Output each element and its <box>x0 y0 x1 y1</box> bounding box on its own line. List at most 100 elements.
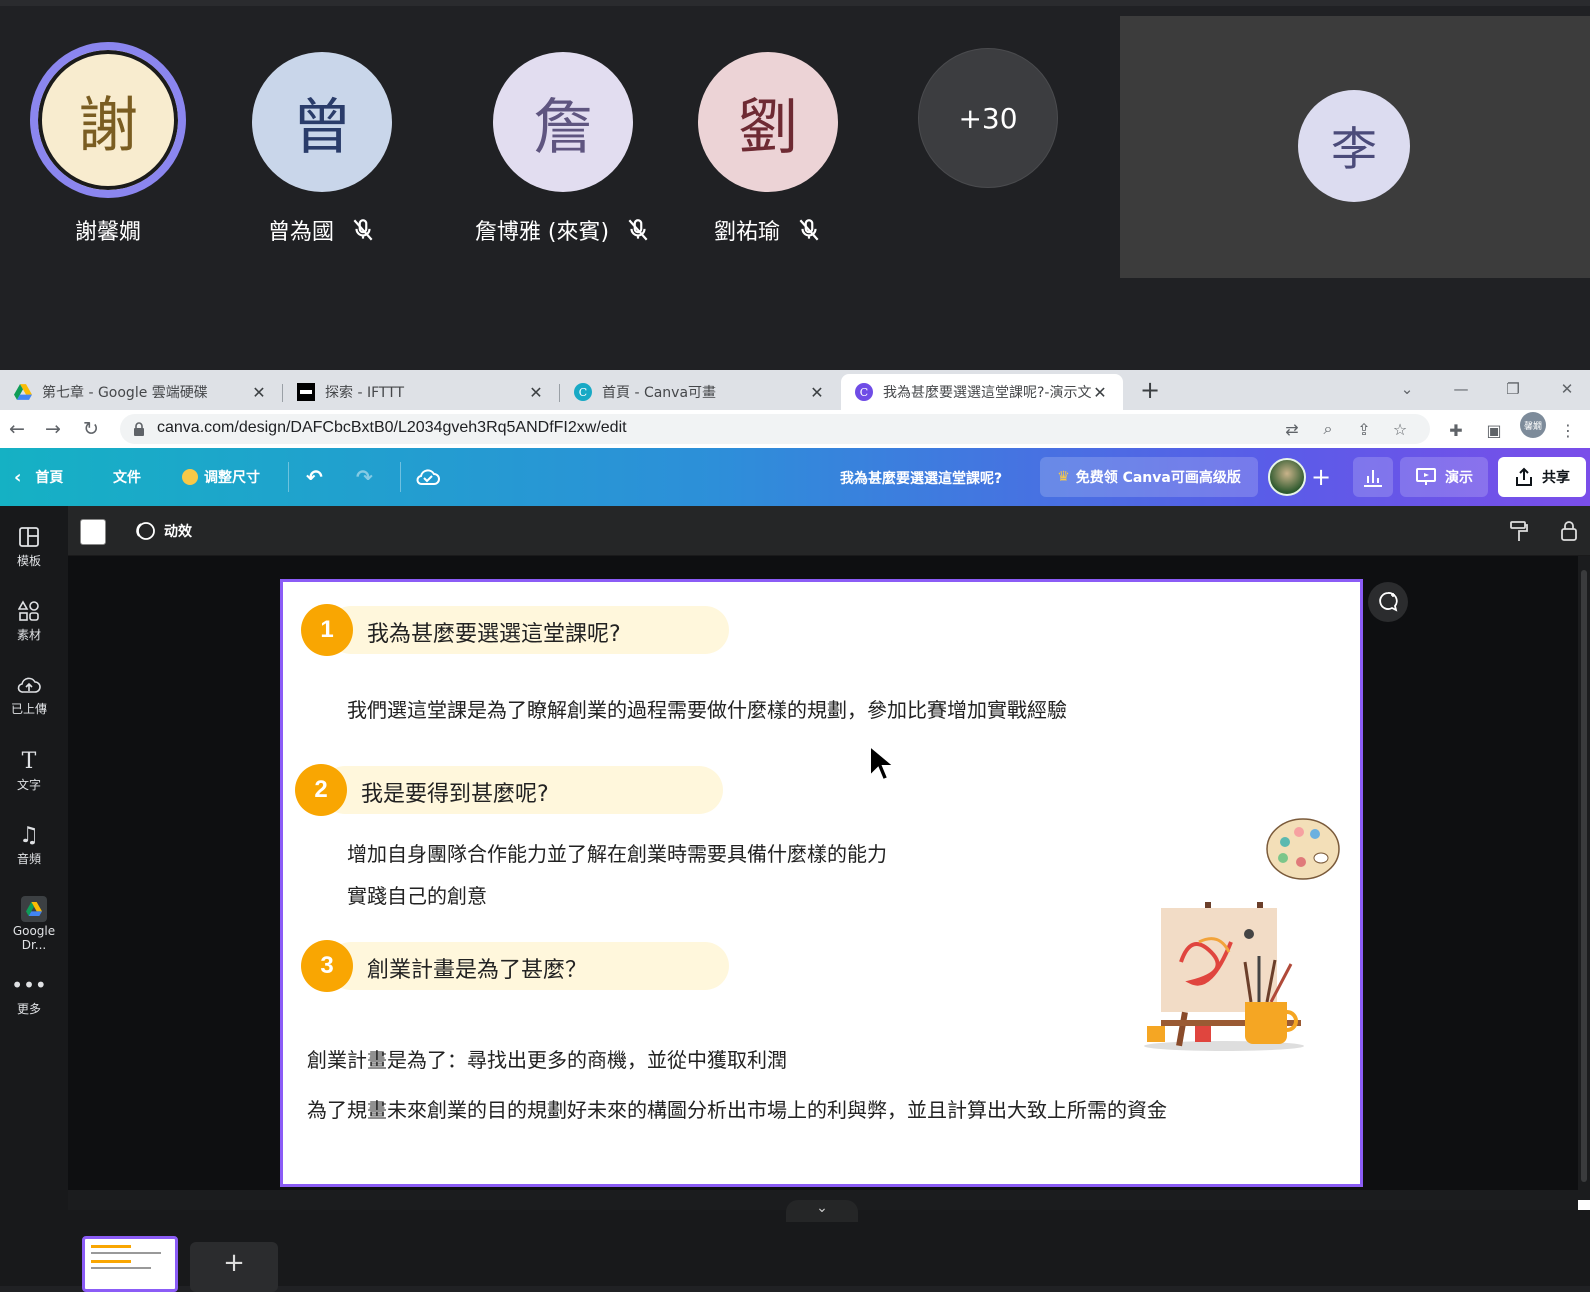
paragraph-1[interactable]: 我們選這堂課是為了瞭解創業的過程需要做什麼樣的規劃，參加比賽增加實戰經驗 <box>347 694 1067 723</box>
back-icon[interactable]: ← <box>4 416 30 442</box>
address-bar[interactable]: canva.com/design/DAFCbcBxtB0/L2034gveh3R… <box>120 414 1430 444</box>
more-icon: ••• <box>11 973 47 997</box>
home-button[interactable]: ‹ 首頁 <box>14 463 63 491</box>
user-avatar[interactable] <box>1268 458 1306 496</box>
chevron-left-icon: ‹ <box>14 466 22 488</box>
undo-icon[interactable]: ↶ <box>306 463 323 491</box>
vertical-scrollbar[interactable] <box>1578 556 1590 1200</box>
crown-icon: ♛ <box>1057 469 1070 485</box>
sidebar-item-uploads[interactable]: 已上傳 <box>0 672 58 717</box>
close-icon[interactable]: ✕ <box>808 383 826 402</box>
ifttt-icon <box>297 383 315 401</box>
close-icon[interactable]: ✕ <box>250 383 268 402</box>
insights-button[interactable] <box>1353 457 1393 497</box>
heading-3[interactable]: 3 創業計畫是為了甚麼？ <box>301 940 731 992</box>
heading-number-badge: 2 <box>295 764 347 816</box>
heading-number-badge: 3 <box>301 940 353 992</box>
animate-button[interactable]: 动效 <box>134 520 192 542</box>
participant-tile[interactable]: 劉 劉祐瑜 <box>668 42 868 246</box>
canva-header: ‹ 首頁 文件 调整尺寸 ↶ ↷ 我為甚麼要選選這堂課呢? ♛ 免费领 Canv… <box>0 448 1590 506</box>
share-page-icon[interactable]: ⇪ <box>1354 419 1374 439</box>
browser-tab-active[interactable]: C 我為甚麼要選選這堂課呢?-演示文 ✕ <box>841 374 1123 410</box>
restore-icon[interactable]: ❐ <box>1498 376 1528 402</box>
tab-label: 首頁 - Canva可畫 <box>602 385 717 401</box>
cloud-saved-icon[interactable] <box>416 463 440 491</box>
paragraph-3-line-2[interactable]: 為了規畫未來創業的目的規劃好未來的構圖分析出市場上的利與弊，並且計算出大致上所需… <box>307 1094 1167 1123</box>
zoom-icon[interactable]: ⌕ <box>1318 419 1338 439</box>
file-menu-button[interactable]: 文件 <box>113 463 141 491</box>
forward-icon[interactable]: → <box>40 416 66 442</box>
lock-icon[interactable] <box>1556 518 1582 544</box>
browser-profile-avatar[interactable]: 馨嫺 <box>1520 412 1546 438</box>
present-button[interactable]: 演示 <box>1400 457 1488 497</box>
bookmark-star-icon[interactable]: ☆ <box>1390 419 1410 439</box>
close-window-icon[interactable]: ✕ <box>1552 376 1582 402</box>
add-page-button[interactable]: + <box>190 1242 278 1292</box>
sidebar-item-elements[interactable]: 素材 <box>0 598 58 643</box>
mic-off-icon <box>353 219 373 241</box>
minimize-icon[interactable]: — <box>1446 376 1476 402</box>
sidebar-item-audio[interactable]: ♫ 音頻 <box>0 822 58 867</box>
scrollbar-thumb[interactable] <box>1581 570 1587 1182</box>
paragraph-2-line-1[interactable]: 增加自身團隊合作能力並了解在創業時需要具備什麼樣的能力 <box>347 838 887 867</box>
background-color-button[interactable] <box>80 519 106 545</box>
reload-icon[interactable]: ↻ <box>78 416 104 442</box>
context-toolbar: 动效 <box>68 506 1590 556</box>
template-icon <box>0 524 58 550</box>
svg-text:C: C <box>579 386 587 399</box>
header-divider <box>400 462 401 492</box>
self-video-tile[interactable]: 李 <box>1120 16 1590 278</box>
design-title[interactable]: 我為甚麼要選選這堂課呢? <box>840 468 1002 488</box>
browser-tab[interactable]: C 首頁 - Canva可畫 ✕ <box>560 374 840 410</box>
participant-tile[interactable]: 詹 詹博雅 (來賓) <box>448 42 678 246</box>
present-icon <box>1416 468 1436 485</box>
share-button[interactable]: 共享 <box>1498 457 1586 497</box>
close-icon[interactable]: ✕ <box>1091 383 1109 402</box>
participant-tile[interactable]: 曾 曾為國 <box>222 42 422 246</box>
participant-name: 謝馨嫺 <box>74 220 141 245</box>
paint-format-icon[interactable] <box>1506 518 1532 544</box>
more-participants-button[interactable]: +30 <box>918 48 1058 188</box>
tab-label: 我為甚麼要選選這堂課呢?-演示文 <box>883 385 1091 401</box>
sidebar-item-label: 素材 <box>16 628 41 642</box>
premium-trial-button[interactable]: ♛ 免费领 Canva可画高级版 <box>1040 457 1258 497</box>
browser-tab[interactable]: 第七章 - Google 雲端硬碟 ✕ <box>0 374 282 410</box>
resize-button[interactable]: 调整尺寸 <box>182 463 260 491</box>
heading-1[interactable]: 1 我為甚麼要選選這堂課呢? <box>301 604 731 656</box>
paragraph-3-line-1[interactable]: 創業計畫是為了：尋找出更多的商機，並從中獲取利潤 <box>307 1044 787 1073</box>
google-drive-icon <box>14 383 32 401</box>
chevron-down-icon[interactable]: ⌄ <box>786 1200 858 1222</box>
participant-name: 劉祐瑜 <box>713 220 780 245</box>
sidebar-item-label: 音頻 <box>16 852 41 866</box>
text-icon: T <box>21 748 37 774</box>
sidebar-item-text[interactable]: T 文字 <box>0 748 58 793</box>
browser-menu-icon[interactable]: ⋮ <box>1556 418 1580 442</box>
side-panel-icon[interactable]: ▣ <box>1482 418 1506 442</box>
easel-illustration[interactable] <box>1139 902 1309 1052</box>
sidebar-item-label: 模板 <box>16 554 41 568</box>
share-label: 共享 <box>1542 470 1570 486</box>
canvas-workspace: 1 我為甚麼要選選這堂課呢? 我們選這堂課是為了瞭解創業的過程需要做什麼樣的規劃… <box>68 556 1590 1210</box>
participant-tile[interactable]: 謝 謝馨嫺 <box>8 42 208 246</box>
participant-avatar: 謝 <box>30 42 186 198</box>
browser-tab[interactable]: 探索 - IFTTT ✕ <box>283 374 559 410</box>
tab-search-icon[interactable]: ⌄ <box>1392 376 1422 402</box>
paragraph-2-line-2[interactable]: 實踐自己的創意 <box>347 880 487 909</box>
paint-palette-illustration[interactable] <box>1263 814 1343 884</box>
animate-icon <box>136 522 155 540</box>
redo-icon[interactable]: ↷ <box>356 463 373 491</box>
page-thumbnail[interactable] <box>82 1236 178 1292</box>
close-icon[interactable]: ✕ <box>527 383 545 402</box>
browser-toolbar: ← → ↻ canva.com/design/DAFCbcBxtB0/L2034… <box>0 410 1590 448</box>
slide-canvas[interactable]: 1 我為甚麼要選選這堂課呢? 我們選這堂課是為了瞭解創業的過程需要做什麼樣的規劃… <box>280 579 1363 1187</box>
extensions-icon[interactable]: ✚ <box>1444 418 1468 442</box>
new-tab-button[interactable]: + <box>1136 376 1164 404</box>
add-comment-button[interactable] <box>1368 582 1408 622</box>
sidebar-item-templates[interactable]: 模板 <box>0 524 58 569</box>
lock-icon <box>134 422 144 436</box>
sidebar-item-google-drive[interactable]: Google Dr... <box>0 896 68 952</box>
sidebar-item-more[interactable]: ••• 更多 <box>0 972 58 1017</box>
translate-icon[interactable]: ⇄ <box>1282 419 1302 439</box>
heading-2[interactable]: 2 我是要得到甚麼呢? <box>295 764 725 816</box>
add-member-icon[interactable]: + <box>1306 462 1336 492</box>
